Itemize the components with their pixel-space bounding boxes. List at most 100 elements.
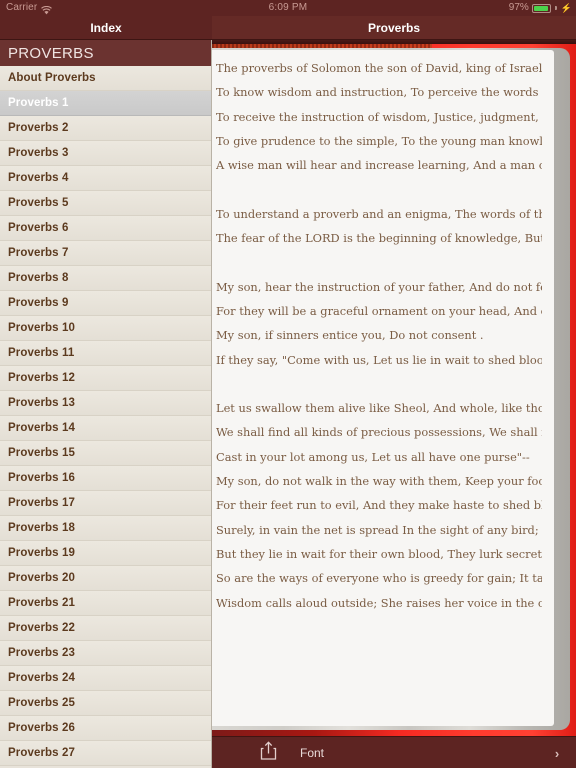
sidebar-item[interactable]: Proverbs 22 <box>0 616 211 641</box>
sidebar-item-label: Proverbs 22 <box>8 622 75 634</box>
sidebar-item-label: Proverbs 11 <box>8 347 75 359</box>
sidebar-item-label: Proverbs 6 <box>8 222 69 234</box>
battery-cap <box>554 6 557 10</box>
page-text-line: My son, do not walk in the way with them… <box>216 474 542 489</box>
book-page[interactable]: The proverbs of Solomon the son of David… <box>212 50 554 726</box>
sidebar-item[interactable]: Proverbs 3 <box>0 141 211 166</box>
book-title: Proverbs <box>367 20 421 35</box>
book-pane[interactable]: The proverbs of Solomon the son of David… <box>212 40 576 736</box>
sidebar-item-label: Proverbs 23 <box>8 647 75 659</box>
sidebar-item[interactable]: Proverbs 10 <box>0 316 211 341</box>
sidebar-item-label: Proverbs 16 <box>8 472 75 484</box>
sidebar-item[interactable]: Proverbs 24 <box>0 666 211 691</box>
sidebar-item[interactable]: Proverbs 16 <box>0 466 211 491</box>
page-text-line: But they lie in wait for their own blood… <box>216 546 542 561</box>
sidebar-item-label: Proverbs 26 <box>8 722 75 734</box>
sidebar-item[interactable]: Proverbs 9 <box>0 291 211 316</box>
lightning-bolt-icon: ⚡ <box>560 3 572 13</box>
page-text-line: For their feet run to evil, And they mak… <box>216 498 542 513</box>
sidebar-item-label: Proverbs 15 <box>8 447 75 459</box>
next-page-button[interactable]: › <box>546 737 568 768</box>
page-text-line: My son, if sinners entice you, Do not co… <box>216 328 484 343</box>
sidebar-item-label: Proverbs 1 <box>8 97 69 109</box>
page-text-line: To give prudence to the simple, To the y… <box>216 133 542 148</box>
sidebar-item[interactable]: Proverbs 27 <box>0 741 211 766</box>
sidebar-item[interactable]: Proverbs 25 <box>0 691 211 716</box>
page-text-line: So are the ways of everyone who is greed… <box>216 571 542 586</box>
sidebar-item[interactable]: Proverbs 7 <box>0 241 211 266</box>
sidebar-item[interactable]: Proverbs 5 <box>0 191 211 216</box>
page-text-line: The fear of the LORD is the beginning of… <box>216 231 542 246</box>
sidebar-item-label: Proverbs 10 <box>8 322 75 334</box>
sidebar-item-label: Proverbs 4 <box>8 172 69 184</box>
sidebar-item-label: Proverbs 7 <box>8 247 69 259</box>
sidebar-item[interactable]: Proverbs 2 <box>0 116 211 141</box>
sidebar-list[interactable]: About Proverbs Proverbs 1 Proverbs 2 Prover… <box>0 66 211 766</box>
sidebar-header-label: PROVERBS <box>8 44 94 62</box>
page-text-line: Wisdom calls aloud outside; She raises h… <box>216 595 542 610</box>
index-title: Index <box>90 20 122 35</box>
page-text-line: Surely, in vain the net is spread In the… <box>216 522 539 537</box>
font-button-label: Font <box>300 746 325 760</box>
clock-label: 6:09 PM <box>268 2 308 13</box>
sidebar-item[interactable]: Proverbs 13 <box>0 391 211 416</box>
book-navbar: Proverbs <box>212 16 576 40</box>
sidebar-item[interactable]: Proverbs 18 <box>0 516 211 541</box>
page-text-line: If they say, "Come with us, Let us lie i… <box>216 352 542 367</box>
status-bar: Carrier 6:09 PM 97% ⚡ <box>0 0 576 16</box>
page-text-line: To receive the instruction of wisdom, Ju… <box>216 109 542 124</box>
sidebar-item-label: Proverbs 21 <box>8 597 75 609</box>
sidebar-item[interactable]: Proverbs 6 <box>0 216 211 241</box>
sidebar-item-label: Proverbs 3 <box>8 147 69 159</box>
sidebar-item-label: Proverbs 12 <box>8 372 75 384</box>
battery-percent-label: 97% <box>508 2 529 13</box>
page-text-line: For they will be a graceful ornament on … <box>216 303 542 318</box>
page-text-line: We shall find all kinds of precious poss… <box>216 425 542 440</box>
sidebar-item[interactable]: Proverbs 26 <box>0 716 211 741</box>
sidebar-header: PROVERBS <box>0 40 211 66</box>
sidebar-item[interactable]: Proverbs 1 <box>0 91 211 116</box>
share-icon <box>260 741 277 765</box>
sidebar-item[interactable]: Proverbs 4 <box>0 166 211 191</box>
sidebar-item-label: Proverbs 17 <box>8 497 75 509</box>
page-text-line: Let us swallow them alive like Sheol, An… <box>216 401 542 416</box>
font-button[interactable]: Font <box>300 737 324 768</box>
sidebar-item-label: Proverbs 18 <box>8 522 75 534</box>
index-sidebar[interactable]: PROVERBS About Proverbs Proverbs 1 Proverb… <box>0 40 212 768</box>
sidebar-item[interactable]: Proverbs 12 <box>0 366 211 391</box>
sidebar-item[interactable]: Proverbs 19 <box>0 541 211 566</box>
status-bar-right: 97% ⚡ <box>509 0 572 16</box>
sidebar-item-label: Proverbs 14 <box>8 422 75 434</box>
sidebar-item[interactable]: About Proverbs <box>0 66 211 91</box>
sidebar-item[interactable]: Proverbs 8 <box>0 266 211 291</box>
sidebar-item[interactable]: Proverbs 11 <box>0 341 211 366</box>
sidebar-item-label: Proverbs 25 <box>8 697 75 709</box>
sidebar-item[interactable]: Proverbs 17 <box>0 491 211 516</box>
page-text-line: Cast in your lot among us, Let us all ha… <box>216 449 530 464</box>
share-button[interactable] <box>256 741 280 765</box>
index-navbar: Index <box>0 16 212 40</box>
app-screen: Carrier 6:09 PM 97% ⚡ Index Proverbs The… <box>0 0 576 768</box>
sidebar-item-label: Proverbs 5 <box>8 197 69 209</box>
sidebar-item-label: Proverbs 9 <box>8 297 69 309</box>
sidebar-item-label: Proverbs 27 <box>8 747 75 759</box>
sidebar-item[interactable]: Proverbs 15 <box>0 441 211 466</box>
page-text-line: To know wisdom and instruction, To perce… <box>216 85 542 100</box>
chevron-right-icon: › <box>554 745 560 761</box>
sidebar-item[interactable]: Proverbs 21 <box>0 591 211 616</box>
sidebar-item-label: Proverbs 8 <box>8 272 69 284</box>
sidebar-item[interactable]: Proverbs 14 <box>0 416 211 441</box>
sidebar-item-label: Proverbs 20 <box>8 572 75 584</box>
sidebar-item[interactable]: Proverbs 23 <box>0 641 211 666</box>
sidebar-item-label: About Proverbs <box>8 72 96 84</box>
page-text-line: The proverbs of Solomon the son of David… <box>216 61 542 75</box>
sidebar-item-label: Proverbs 24 <box>8 672 75 684</box>
bottom-toolbar: Font › <box>212 736 576 768</box>
page-text-line: My son, hear the instruction of your fat… <box>216 279 542 294</box>
sidebar-item-label: Proverbs 2 <box>8 122 69 134</box>
page-text-line: To understand a proverb and an enigma, T… <box>216 206 542 221</box>
sidebar-item-label: Proverbs 13 <box>8 397 75 409</box>
battery-icon <box>531 3 551 13</box>
sidebar-item[interactable]: Proverbs 20 <box>0 566 211 591</box>
page-text-content: The proverbs of Solomon the son of David… <box>212 50 554 726</box>
